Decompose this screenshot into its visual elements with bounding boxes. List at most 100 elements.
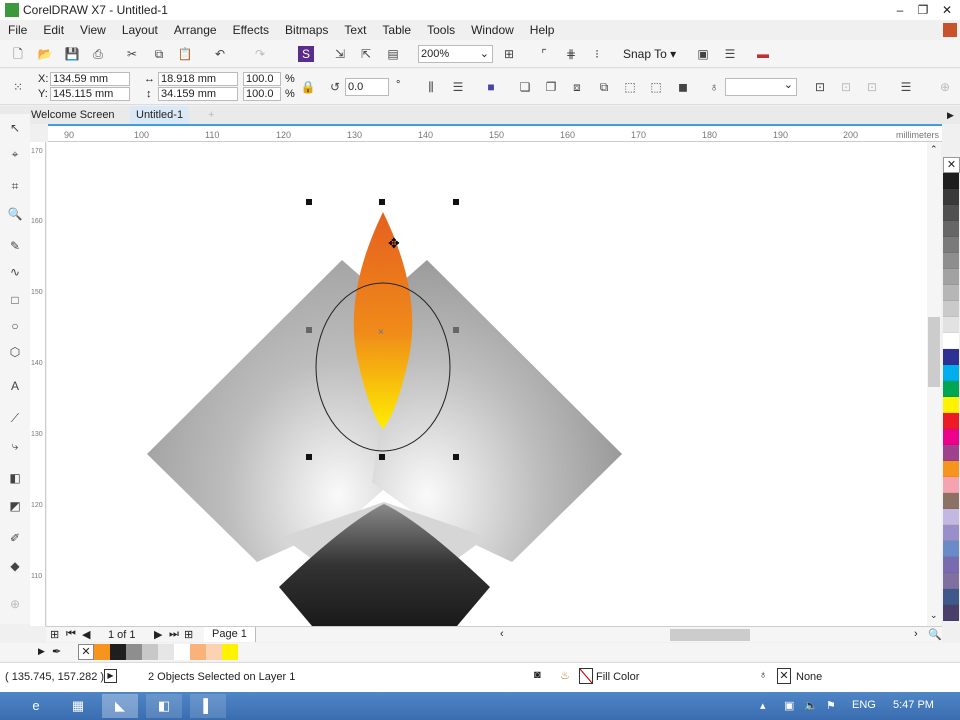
rectangle-tool-icon[interactable]: □	[7, 292, 23, 308]
add-page-after-icon[interactable]: ⊞	[184, 628, 193, 641]
scroll-left-icon[interactable]: ‹	[500, 628, 504, 640]
color-eyedropper-icon[interactable]: ✐	[7, 530, 23, 546]
color-swatch[interactable]	[943, 509, 959, 525]
language-indicator[interactable]: ENG	[852, 699, 876, 711]
color-swatch[interactable]	[943, 573, 959, 589]
color-swatch[interactable]	[943, 237, 959, 253]
internet-explorer-icon[interactable]: e	[18, 694, 54, 718]
color-swatch[interactable]	[943, 605, 959, 621]
color-swatch[interactable]	[943, 541, 959, 557]
reference-point-icon[interactable]: ⁙	[10, 79, 26, 95]
menu-window[interactable]: Window	[463, 23, 522, 37]
rotation-angle-input[interactable]: 0.0	[345, 78, 389, 96]
color-swatch[interactable]	[943, 333, 959, 349]
drawing-canvas[interactable]: × ✥	[47, 142, 927, 626]
color-swatch[interactable]	[943, 253, 959, 269]
play-icon[interactable]: ▶	[947, 110, 954, 121]
vertical-scroll-thumb[interactable]	[928, 317, 940, 387]
trim-icon[interactable]: ❐	[543, 79, 559, 95]
status-menu-icon[interactable]: ▶	[104, 669, 117, 683]
color-swatch[interactable]	[943, 413, 959, 429]
mirror-horizontal-icon[interactable]: ⫼	[423, 79, 439, 95]
page-tab[interactable]: Page 1	[204, 627, 256, 642]
color-swatch[interactable]	[943, 317, 959, 333]
document-color-swatch[interactable]	[190, 644, 206, 660]
color-swatch[interactable]	[943, 349, 959, 365]
color-swatch[interactable]	[943, 477, 959, 493]
horizontal-ruler[interactable]: 90 100 110 120 130 140 150 160 170 180 1…	[48, 124, 942, 142]
add-page-before-icon[interactable]: ⊞	[50, 628, 59, 641]
scroll-right-icon[interactable]: ›	[914, 628, 918, 640]
menu-text[interactable]: Text	[336, 23, 374, 37]
options-icon[interactable]: ☰	[722, 46, 738, 62]
guidelines-icon[interactable]: ⁝	[589, 46, 605, 62]
color-swatch[interactable]	[943, 381, 959, 397]
drop-shadow-tool-icon[interactable]: ◧	[7, 470, 23, 486]
document-color-swatch[interactable]	[94, 644, 110, 660]
color-swatch[interactable]	[943, 189, 959, 205]
color-swatch[interactable]	[943, 285, 959, 301]
document-color-swatch[interactable]	[158, 644, 174, 660]
add-tool-icon[interactable]: ⊕	[7, 596, 23, 612]
crop-tool-icon[interactable]: ⌗	[7, 178, 23, 194]
freehand-tool-icon[interactable]: ✎	[7, 238, 23, 254]
color-swatch[interactable]	[943, 461, 959, 477]
print-icon[interactable]: ⎙	[90, 46, 106, 62]
fill-swatch[interactable]	[579, 668, 593, 684]
action-center-icon[interactable]: ⚑	[826, 699, 836, 712]
redo-icon[interactable]: ↷	[252, 46, 268, 62]
lock-ratio-icon[interactable]: 🔒	[300, 79, 316, 95]
menu-table[interactable]: Table	[374, 23, 419, 37]
color-swatch[interactable]	[943, 205, 959, 221]
color-swatch[interactable]	[943, 429, 959, 445]
color-swatch[interactable]	[943, 301, 959, 317]
ungroup-all-icon[interactable]: ⊡	[864, 79, 880, 95]
scroll-up-icon[interactable]: ⌃	[930, 144, 938, 155]
back-minus-front-icon[interactable]: ⬚	[648, 79, 664, 95]
menu-edit[interactable]: Edit	[35, 23, 72, 37]
clock[interactable]: 5:47 PM	[893, 699, 934, 711]
text-tool-icon[interactable]: A	[7, 378, 23, 394]
simplify-icon[interactable]: ⧉	[596, 79, 612, 95]
restore-button[interactable]: ❐	[913, 2, 933, 18]
menu-layout[interactable]: Layout	[114, 23, 166, 37]
group-icon[interactable]: ⊡	[812, 79, 828, 95]
new-icon[interactable]: 🗋	[10, 46, 26, 62]
menu-help[interactable]: Help	[522, 23, 563, 37]
copy-icon[interactable]: ⧉	[151, 46, 167, 62]
color-swatch[interactable]	[943, 221, 959, 237]
search-content-icon[interactable]: S	[298, 46, 314, 62]
document-color-swatch[interactable]	[206, 644, 222, 660]
outline-width-select[interactable]: ⌄	[725, 78, 797, 96]
palette-menu-icon[interactable]: ▶	[38, 646, 45, 657]
menu-view[interactable]: View	[72, 23, 114, 37]
mirror-vertical-icon[interactable]: ☰	[450, 79, 466, 95]
scale-y-input[interactable]: 100.0	[243, 87, 281, 101]
next-page-icon[interactable]: ▶	[154, 628, 162, 641]
new-tab-icon[interactable]: +	[202, 106, 220, 124]
eyedropper-icon[interactable]: ✒	[52, 645, 61, 658]
last-page-icon[interactable]: ⏭	[169, 628, 179, 641]
color-swatch[interactable]	[943, 525, 959, 541]
previous-page-icon[interactable]: ◀	[82, 628, 90, 641]
scale-x-input[interactable]: 100.0	[243, 72, 281, 86]
welcome-screen-icon[interactable]: ▣	[695, 46, 711, 62]
artistic-media-tool-icon[interactable]: ∿	[7, 264, 23, 280]
artwork[interactable]: × ✥	[47, 142, 927, 626]
pick-tool-icon[interactable]: ↖	[7, 120, 23, 136]
intersect-icon[interactable]: ⧈	[569, 79, 585, 95]
menu-bitmaps[interactable]: Bitmaps	[277, 23, 336, 37]
full-screen-icon[interactable]: ⊞	[501, 46, 517, 62]
color-swatch[interactable]	[943, 445, 959, 461]
application-launcher-icon[interactable]: ▬	[755, 46, 771, 62]
horizontal-scroll-thumb[interactable]	[670, 629, 750, 641]
height-input[interactable]: 34.159 mm	[158, 87, 238, 101]
export-icon[interactable]: ⇱	[358, 46, 374, 62]
transparency-tool-icon[interactable]: ◩	[7, 498, 23, 514]
menu-file[interactable]: File	[0, 23, 35, 37]
save-icon[interactable]: 💾	[64, 46, 80, 62]
minimize-button[interactable]: –	[890, 2, 910, 18]
color-swatch[interactable]	[943, 493, 959, 509]
menu-effects[interactable]: Effects	[225, 23, 277, 37]
combine-icon[interactable]: ■	[483, 79, 499, 95]
